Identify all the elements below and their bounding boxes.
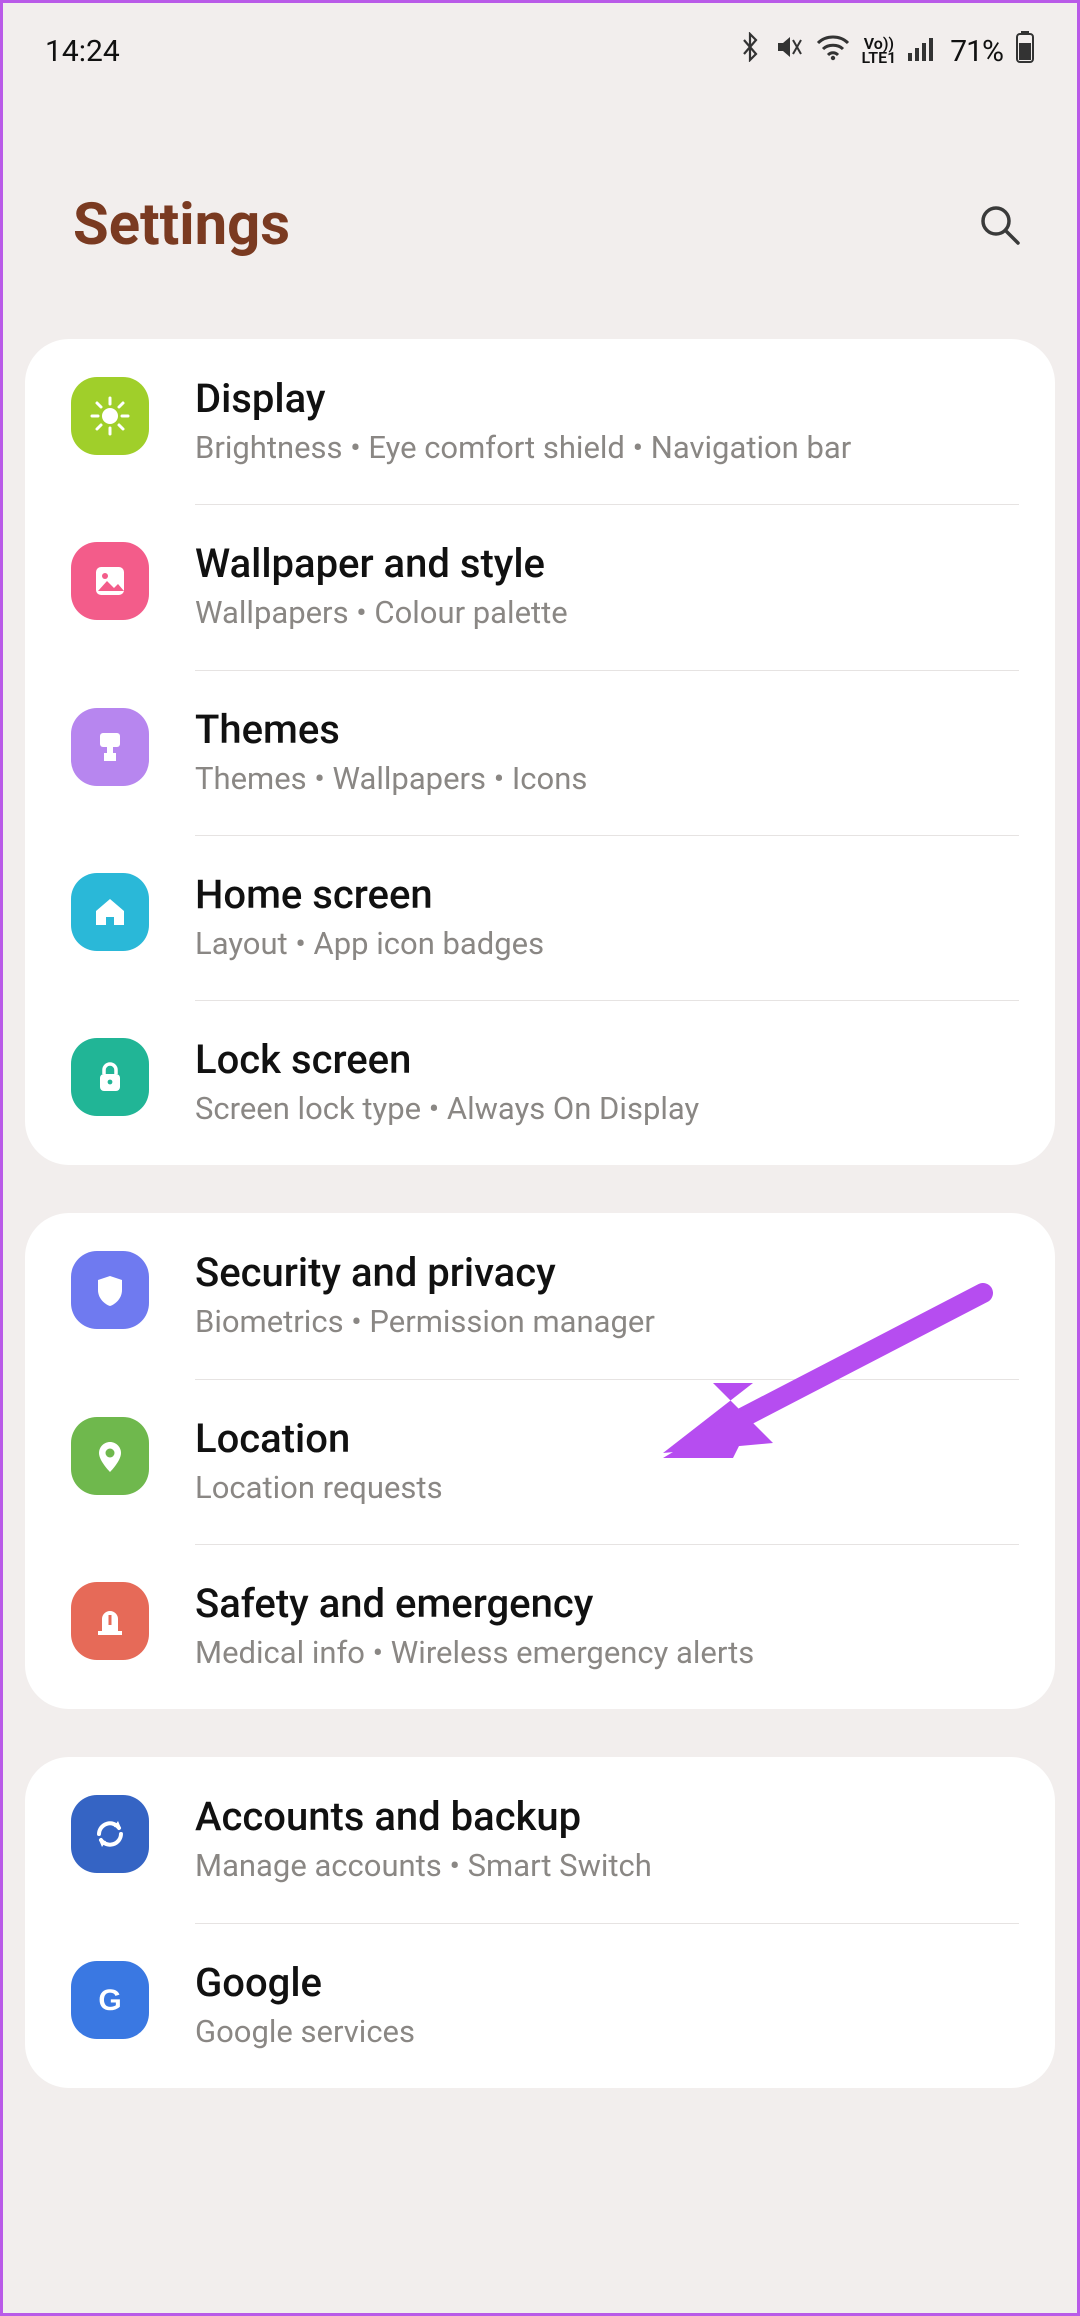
lock-icon [71,1038,149,1116]
page-title: Settings [73,191,290,259]
wifi-icon [816,33,850,69]
settings-item-accounts[interactable]: Accounts and backup Manage accounts • Sm… [25,1757,1055,1922]
settings-group: Security and privacy Biometrics • Permis… [25,1213,1055,1709]
settings-item-google[interactable]: G Google Google services [25,1923,1055,2088]
item-title: Wallpaper and style [195,540,1019,587]
item-title: Google [195,1959,1019,2006]
item-subtitle: Location requests [195,1468,1019,1508]
settings-item-safety[interactable]: Safety and emergency Medical info • Wire… [25,1544,1055,1709]
item-title: Display [195,375,1019,422]
settings-item-lock[interactable]: Lock screen Screen lock type • Always On… [25,1000,1055,1165]
shield-icon [71,1251,149,1329]
item-subtitle: Brightness • Eye comfort shield • Naviga… [195,428,1019,468]
siren-icon [71,1582,149,1660]
settings-item-themes[interactable]: Themes Themes • Wallpapers • Icons [25,670,1055,835]
item-title: Safety and emergency [195,1580,1019,1627]
item-title: Location [195,1415,1019,1462]
settings-group: Accounts and backup Manage accounts • Sm… [25,1757,1055,2088]
search-icon [976,201,1024,249]
settings-item-wallpaper[interactable]: Wallpaper and style Wallpapers • Colour … [25,504,1055,669]
signal-icon [908,34,938,69]
svg-text:G: G [98,1984,121,2017]
wallpaper-icon [71,542,149,620]
item-title: Security and privacy [195,1249,1019,1296]
settings-item-home[interactable]: Home screen Layout • App icon badges [25,835,1055,1000]
item-title: Themes [195,706,1019,753]
location-icon [71,1417,149,1495]
item-subtitle: Wallpapers • Colour palette [195,593,1019,633]
item-subtitle: Screen lock type • Always On Display [195,1089,1019,1129]
item-title: Lock screen [195,1036,1019,1083]
item-title: Home screen [195,871,1019,918]
item-subtitle: Layout • App icon badges [195,924,1019,964]
battery-percent: 71% [950,34,1003,69]
item-subtitle: Manage accounts • Smart Switch [195,1846,1019,1886]
home-icon [71,873,149,951]
status-bar: 14:24 Vo)) LTE1 71% [3,3,1077,81]
google-icon: G [71,1961,149,2039]
status-icons: Vo)) LTE1 71% [738,31,1036,71]
settings-item-display[interactable]: Display Brightness • Eye comfort shield … [25,339,1055,504]
settings-item-security[interactable]: Security and privacy Biometrics • Permis… [25,1213,1055,1378]
brightness-icon [71,377,149,455]
header: Settings [3,81,1077,339]
mute-icon [774,32,804,70]
item-title: Accounts and backup [195,1793,1019,1840]
settings-item-location[interactable]: Location Location requests [25,1379,1055,1544]
item-subtitle: Google services [195,2012,1019,2052]
item-subtitle: Medical info • Wireless emergency alerts [195,1633,1019,1673]
settings-group: Display Brightness • Eye comfort shield … [25,339,1055,1165]
search-button[interactable] [973,198,1027,252]
battery-icon [1015,31,1035,71]
item-subtitle: Themes • Wallpapers • Icons [195,759,1019,799]
bluetooth-icon [738,32,762,70]
sync-icon [71,1795,149,1873]
volte-icon: Vo)) LTE1 [862,37,897,65]
status-time: 14:24 [45,34,120,69]
brush-icon [71,708,149,786]
item-subtitle: Biometrics • Permission manager [195,1302,1019,1342]
